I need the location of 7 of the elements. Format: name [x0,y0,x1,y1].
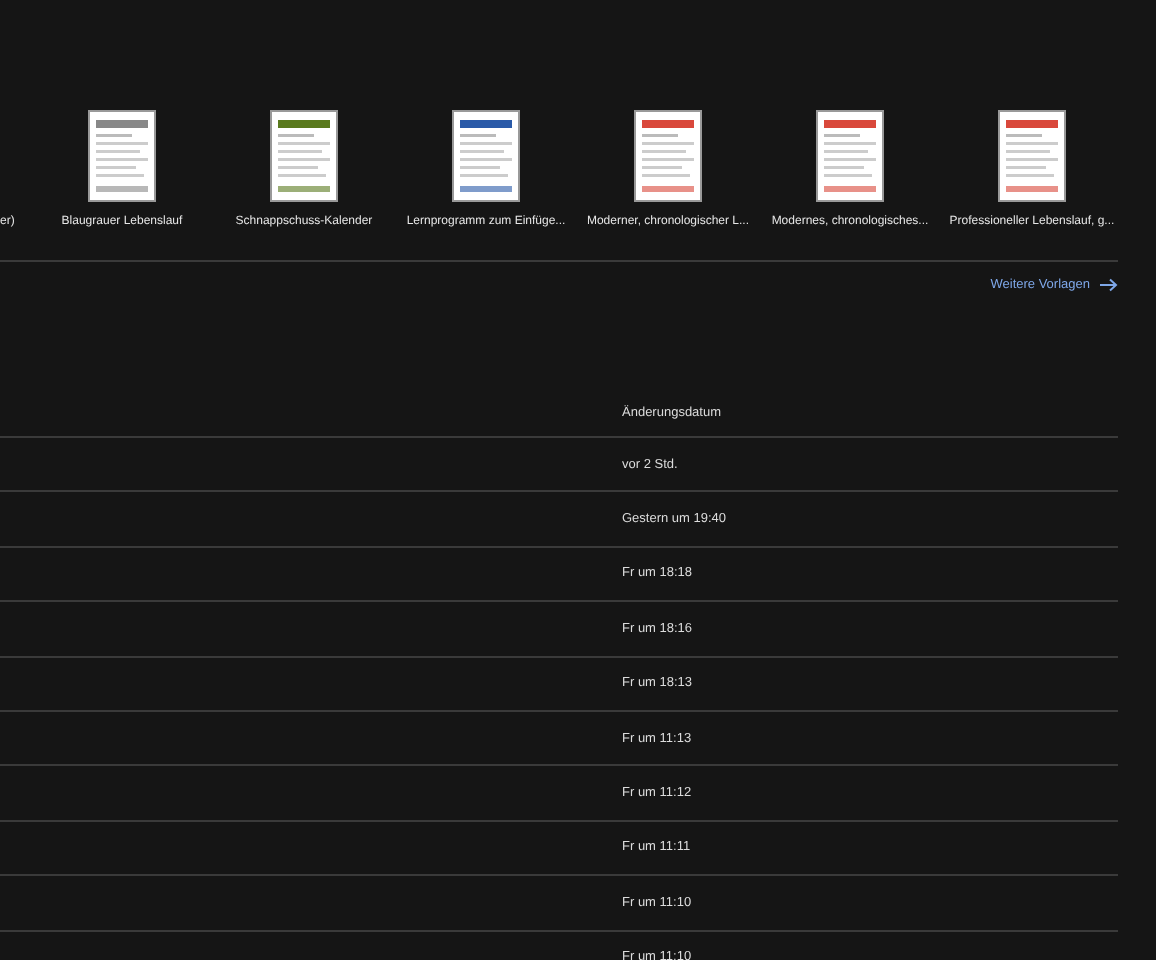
document-thumbnail[interactable] [88,110,156,202]
arrow-right-icon[interactable] [1100,278,1118,292]
document-thumbnail[interactable] [998,110,1066,202]
document-thumbnail[interactable] [452,110,520,202]
document-thumbnail[interactable] [270,110,338,202]
document-thumbnail[interactable] [634,110,702,202]
document-thumbnail[interactable] [816,110,884,202]
